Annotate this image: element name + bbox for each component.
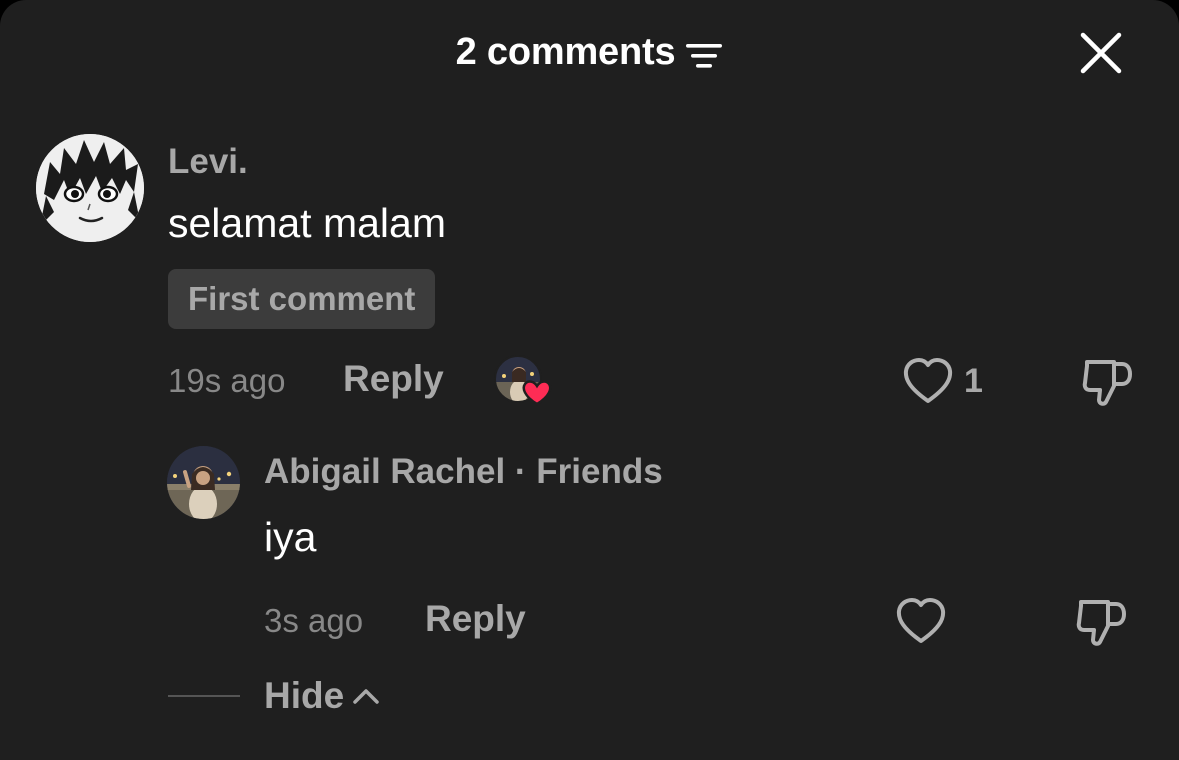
avatar-abigail-rachel[interactable] <box>167 446 240 519</box>
sort-filter-icon[interactable] <box>685 38 723 68</box>
comment-text: selamat malam <box>168 200 446 246</box>
reply-to-reply-button[interactable]: Reply <box>425 598 526 640</box>
like-count: 1 <box>964 362 983 400</box>
close-button[interactable] <box>1078 30 1124 76</box>
comments-count-title: 2 comments <box>455 30 676 73</box>
comments-header: 2 comments <box>0 26 1179 78</box>
reply-user-line: Abigail Rachel · Friends <box>264 452 663 492</box>
hide-replies-button[interactable]: Hide <box>264 673 380 719</box>
friends-label: Friends <box>536 452 663 491</box>
comment-time: 19s ago <box>168 362 286 399</box>
thumbs-down-icon <box>1082 360 1132 406</box>
first-comment-badge: First comment <box>168 269 436 329</box>
reply-dislike-button[interactable] <box>1074 596 1128 653</box>
hide-label: Hide <box>264 675 345 716</box>
creator-liked-avatar-heart-icon <box>494 354 556 408</box>
thumbs-down-icon <box>1076 600 1126 646</box>
reply-time: 3s ago <box>264 602 364 639</box>
comment-username[interactable]: Levi. <box>168 142 248 182</box>
like-button[interactable] <box>901 356 955 411</box>
close-icon <box>1080 32 1122 74</box>
reply-text: iya <box>264 514 317 560</box>
comments-sheet: 2 comments Levi. selamat malam First com… <box>0 0 1179 760</box>
chevron-up-icon <box>353 689 379 704</box>
dislike-button[interactable] <box>1080 356 1134 413</box>
hide-divider <box>168 695 240 697</box>
reply-like-button[interactable] <box>894 596 948 651</box>
reply-button[interactable]: Reply <box>343 358 444 400</box>
avatar-levi[interactable] <box>36 134 144 242</box>
username-separator: · <box>505 452 537 491</box>
reply-username[interactable]: Abigail Rachel <box>264 452 505 491</box>
heart-outline-icon <box>903 358 953 403</box>
heart-outline-icon <box>896 598 946 643</box>
